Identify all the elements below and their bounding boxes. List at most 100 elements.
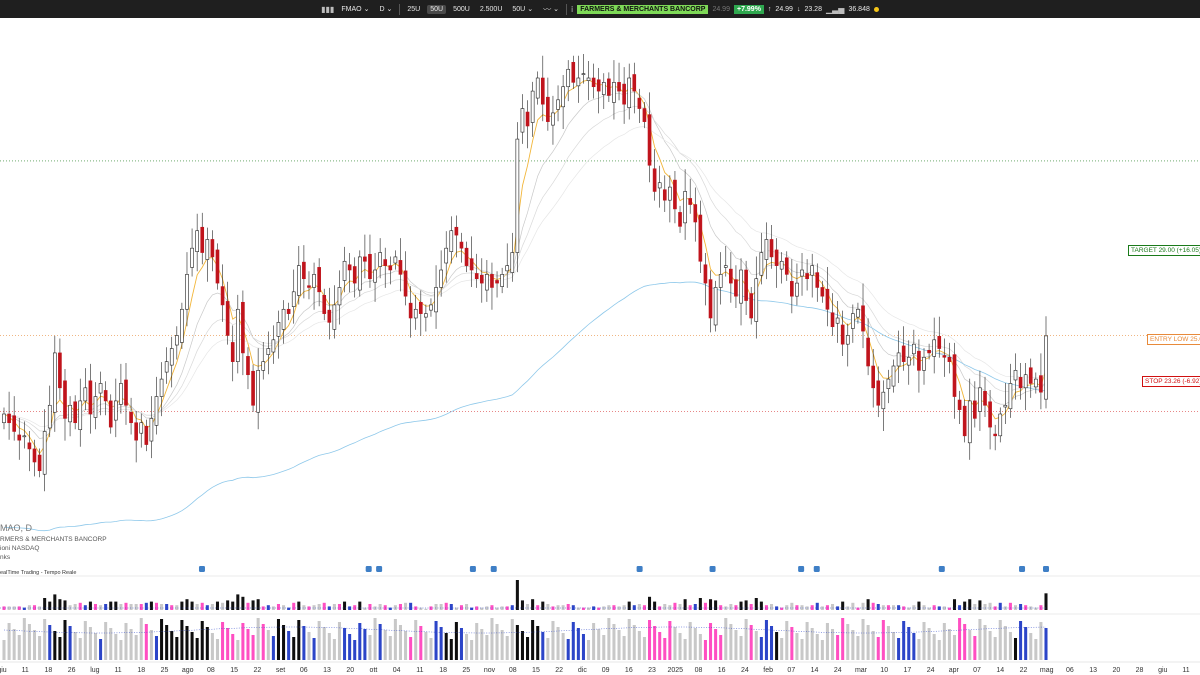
candle [332, 304, 337, 330]
view-button-0[interactable]: 25U [404, 5, 423, 14]
x-tick-label: 22 [253, 667, 261, 674]
target-tag[interactable]: TARGET 29.00 (+16.05) [1128, 245, 1200, 256]
level-lines [0, 160, 1200, 412]
volume-bar [180, 620, 184, 660]
volume-bar [1019, 621, 1023, 660]
volume-bar [541, 601, 545, 610]
candle [185, 274, 189, 310]
volume-bar [886, 626, 890, 660]
x-tick-label: 09 [602, 667, 610, 674]
view-button-1[interactable]: 50U [427, 4, 447, 14]
candle [418, 301, 423, 314]
x-tick-label: 18 [45, 667, 53, 674]
candle [688, 198, 693, 205]
x-tick-label: 22 [555, 667, 563, 674]
x-tick-label: 11 [114, 667, 121, 674]
event-marker-icon [490, 566, 497, 572]
volume-bar [73, 604, 77, 610]
volume-bar [917, 601, 921, 610]
entry-tag[interactable]: ENTRY LOW 25.0 [1147, 334, 1200, 345]
change-badge: +7.99% [733, 4, 764, 14]
volume-bar [32, 630, 37, 660]
view-button-3[interactable]: 2.500U [477, 5, 506, 14]
volume-bar [78, 638, 82, 660]
x-tick-label: 13 [323, 667, 331, 674]
volume-bar [393, 619, 397, 660]
volume-bar [744, 619, 748, 660]
volume-bar [261, 624, 265, 660]
view-button-2[interactable]: 500U [450, 5, 473, 14]
candle [22, 435, 27, 438]
volume-bar [653, 626, 657, 660]
candle [881, 391, 886, 410]
volume-bar [195, 638, 199, 660]
view-button-4[interactable]: 50U ⌄ [509, 4, 536, 14]
candle [586, 77, 591, 81]
candle [779, 260, 784, 270]
stop-tag[interactable]: STOP 23.26 (-6.92) [1142, 376, 1200, 387]
volume-bar [480, 629, 484, 660]
candle [510, 252, 515, 273]
x-tick-label: 18 [439, 667, 447, 674]
volume-bar [642, 637, 646, 660]
candle [749, 293, 754, 319]
volume-bar [2, 640, 6, 660]
candle [337, 287, 342, 306]
volume-bar [104, 604, 108, 610]
candle [546, 96, 550, 122]
symbol-selector[interactable]: FMAO ⌄ [338, 4, 372, 14]
info-icon[interactable]: ⅰ [571, 5, 573, 14]
volume-bar [785, 605, 789, 610]
symbol-label: FMAO [341, 5, 362, 13]
volume-bar [307, 632, 311, 660]
price-chart[interactable]: giu 11 18 26 lug 11 18 25 ago 08 15 22 set 06 13 20 ott 0… [0, 18, 1200, 675]
volume-bar [693, 604, 697, 610]
volume-bar [612, 624, 616, 660]
volume-bar [170, 605, 174, 610]
candle [962, 405, 967, 437]
volume-bar [210, 633, 214, 660]
volume-bar [449, 604, 453, 610]
volume-bar [520, 600, 524, 610]
volume-bar [63, 600, 67, 610]
volume-bar [99, 639, 103, 660]
candle [439, 269, 443, 288]
volume-bar [648, 620, 652, 660]
volume-bar [332, 639, 336, 660]
status-dot-icon [873, 6, 879, 12]
x-tick-label: 18 [137, 667, 145, 674]
volume-bar [210, 604, 214, 610]
volume-bar [739, 636, 743, 660]
timeframe-selector[interactable]: D ⌄ [376, 4, 395, 14]
candle [215, 249, 220, 284]
volume-bar [627, 601, 631, 610]
volume-bar [368, 604, 372, 610]
x-tick-label: 08 [207, 667, 215, 674]
volume-bar [226, 628, 230, 660]
chart-type-icon[interactable]: ▮▮▮ [321, 5, 334, 14]
volume-bar [958, 605, 962, 610]
volume-bar [160, 619, 164, 660]
exchange-line: ioni NASDAQ [0, 545, 40, 552]
volume-bar [1019, 604, 1023, 610]
x-tick-label: feb [763, 667, 773, 674]
candle [42, 431, 47, 475]
candle [922, 356, 926, 371]
volume-bar [937, 640, 941, 660]
volume-bar [830, 629, 835, 660]
volume-bar [998, 602, 1002, 610]
volume-bar [200, 621, 204, 660]
candle [657, 182, 662, 189]
indicator-button[interactable]: 〰 ⌄ [540, 3, 562, 16]
volume-bar [398, 604, 402, 610]
volume-bar [556, 605, 560, 610]
volume-bar [185, 599, 189, 610]
volume-bar [134, 604, 138, 610]
candle [368, 253, 372, 280]
volume-bar [637, 631, 641, 660]
x-tick-label: 16 [718, 667, 726, 674]
candle [729, 268, 733, 284]
volume-bar [1003, 626, 1007, 660]
candle [840, 324, 845, 345]
volume-bar [866, 625, 870, 660]
